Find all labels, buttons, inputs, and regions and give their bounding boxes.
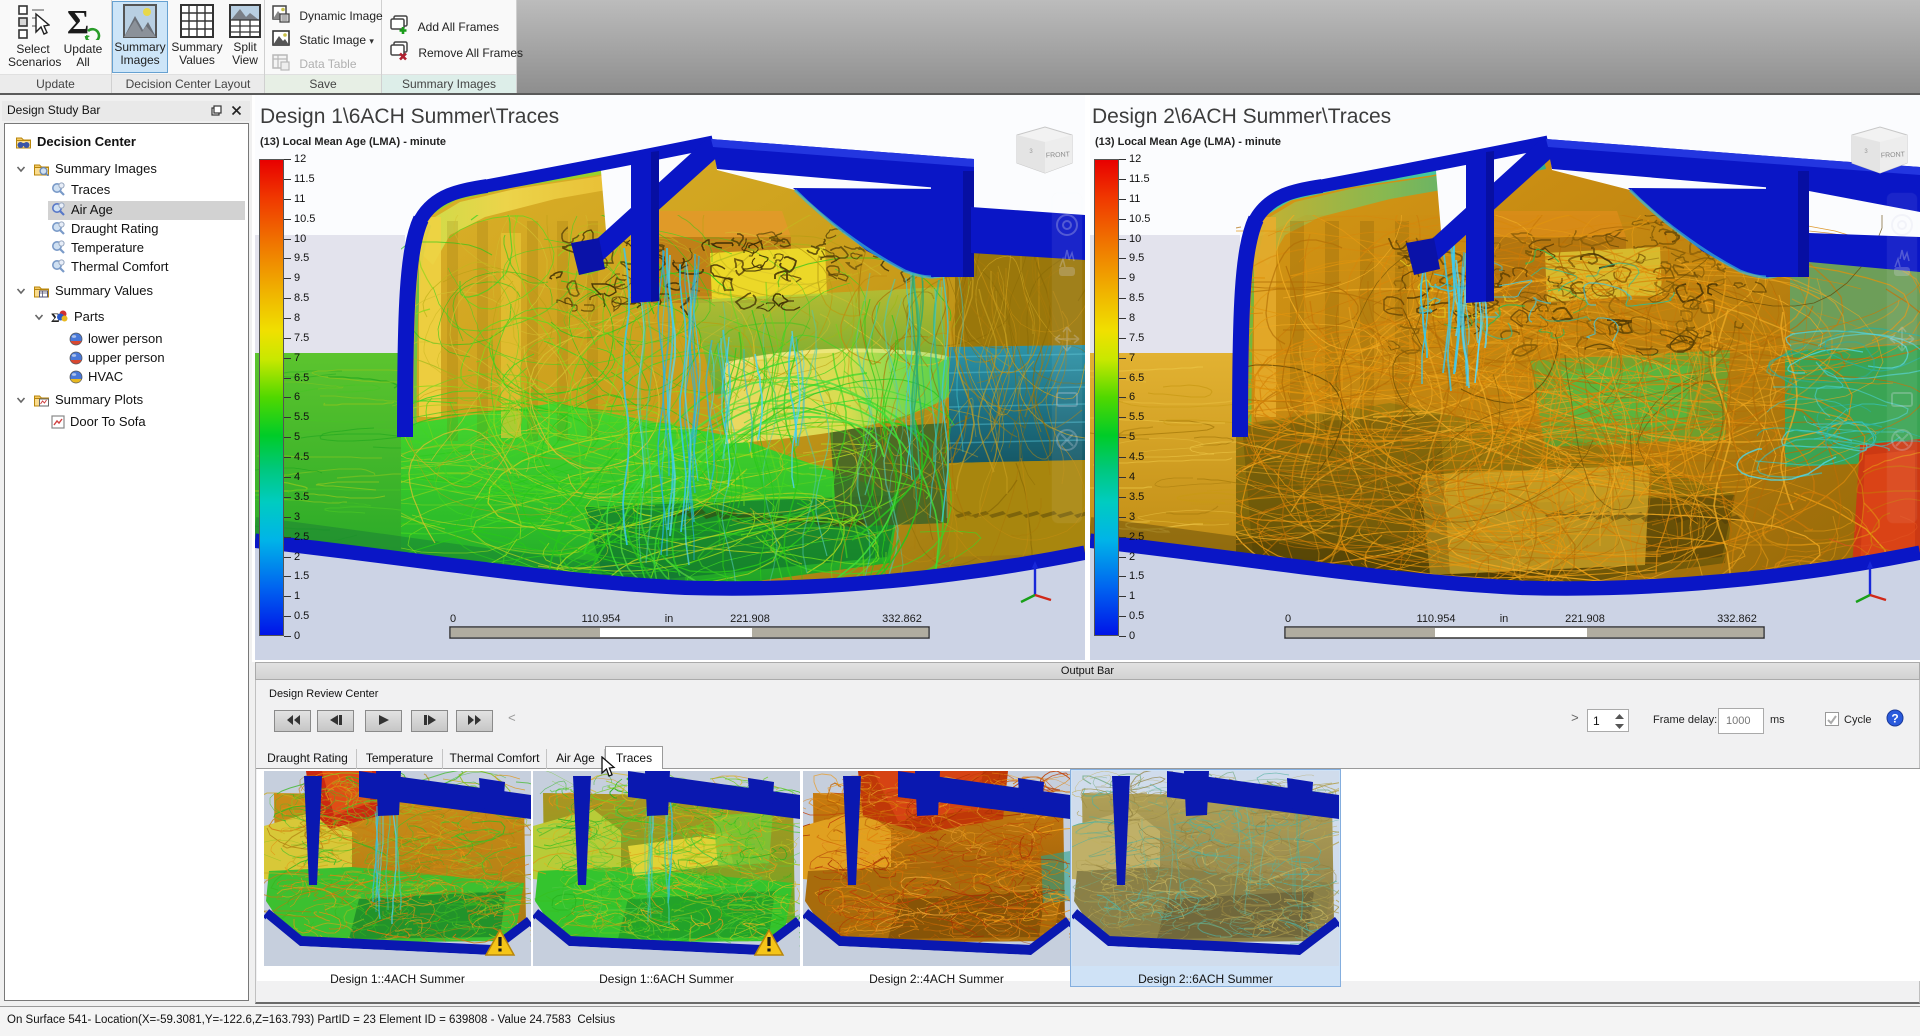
svg-text:FRONT: FRONT bbox=[1046, 151, 1071, 159]
svg-text:221.908: 221.908 bbox=[730, 613, 770, 625]
svg-text:110.954: 110.954 bbox=[1417, 613, 1456, 625]
svg-text:110.954: 110.954 bbox=[582, 613, 621, 625]
svg-text:332.862: 332.862 bbox=[882, 613, 922, 625]
svg-text:221.908: 221.908 bbox=[1565, 613, 1605, 625]
svg-text:0: 0 bbox=[450, 613, 456, 625]
svg-text:?: ? bbox=[1891, 712, 1898, 726]
svg-text:Σ: Σ bbox=[67, 4, 89, 40]
svg-text:in: in bbox=[1500, 613, 1509, 625]
svg-text:0: 0 bbox=[1285, 613, 1291, 625]
svg-text:in: in bbox=[665, 613, 674, 625]
svg-text:FRONT: FRONT bbox=[1881, 151, 1906, 159]
svg-text:332.862: 332.862 bbox=[1717, 613, 1757, 625]
